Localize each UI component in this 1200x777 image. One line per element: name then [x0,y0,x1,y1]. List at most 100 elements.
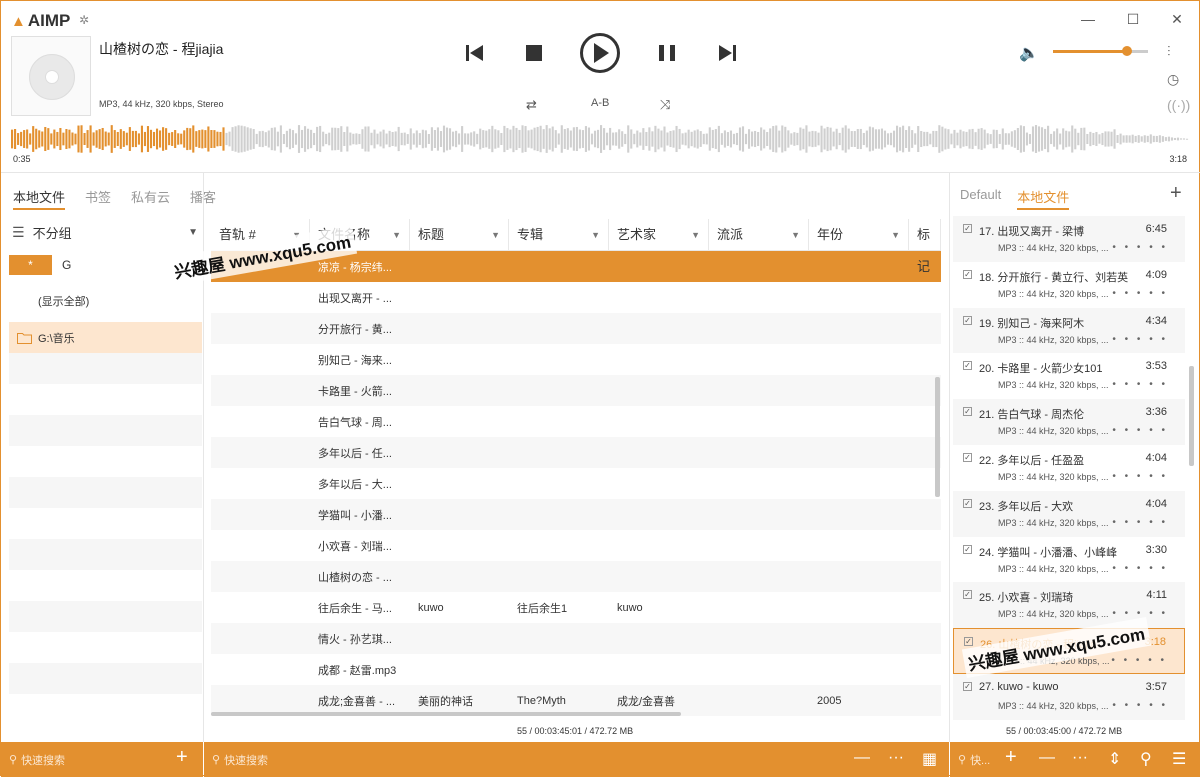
maximize-icon[interactable]: ☐ [1121,9,1145,29]
tab-local-playlist[interactable]: 本地文件 [1017,187,1070,210]
column-header[interactable]: 标记 [909,219,941,274]
playlist-item[interactable]: ✓ 20. 卡路里 - 火箭少女101 3:53 MP3 :: 44 kHz, 320… [953,353,1185,399]
close-icon[interactable]: ✕ [1165,9,1189,29]
column-header[interactable]: 年份 ▼ [809,219,909,250]
checkbox[interactable]: ✓ [963,315,972,325]
filter-icon[interactable]: ▼ [891,219,900,251]
pause-button[interactable] [651,37,683,69]
filter-icon[interactable]: ▼ [791,219,800,251]
table-row[interactable]: 学猫叫 - 小潘... [211,499,941,530]
horizontal-scrollbar[interactable] [211,712,681,716]
checkbox[interactable]: ✓ [963,544,972,554]
rating-dots[interactable]: • • • • • [1112,471,1168,482]
show-all-item[interactable]: (显示全部) [9,280,202,322]
playlist-item[interactable]: ✓ 19. 别知己 - 海来阿木 4:34 MP3 :: 44 kHz, 320 kb… [953,307,1185,354]
add-folder-icon[interactable]: + [176,746,188,769]
rating-dots[interactable]: • • • • • [1112,334,1168,345]
radio-broadcast-icon[interactable]: ((·)) [1167,97,1190,113]
minimize-icon[interactable]: — [1076,9,1100,29]
remove-icon[interactable]: — [854,749,870,767]
column-header[interactable]: 专辑 ▼ [509,219,609,250]
previous-button[interactable] [459,37,491,69]
shuffle-icon[interactable]: ⤨ [660,97,670,113]
playlist-item[interactable]: ✓ 25. 小欢喜 - 刘瑞琦 4:11 MP3 :: 44 kHz, 320 kbp… [953,582,1185,629]
search-box-right[interactable]: ⚲ 快... [950,752,990,768]
table-row[interactable]: 小欢喜 - 刘瑞... [211,530,941,561]
play-button[interactable] [580,33,620,73]
tab-podcasts[interactable]: 播客 [190,187,216,210]
rating-dots[interactable]: • • • • • [1112,425,1168,436]
add-playlist-button[interactable]: + [1170,182,1182,205]
checkbox[interactable]: ✓ [964,637,973,647]
playlist-item[interactable]: ✓ 24. 学猫叫 - 小潘潘、小峰峰 3:30 MP3 :: 44 kHz, 320… [953,537,1185,583]
table-row[interactable]: 多年以后 - 大... [211,468,941,499]
playlist-item[interactable]: ✓ 23. 多年以后 - 大欢 4:04 MP3 :: 44 kHz, 320 kbp… [953,490,1185,537]
menu-icon[interactable]: ☰ [1172,749,1186,769]
more-icon[interactable]: ··· [888,749,904,767]
waveform-seekbar[interactable] [11,125,1189,153]
rating-dots[interactable]: • • • • • [1112,242,1168,253]
rating-dots[interactable]: • • • • • [1112,563,1168,574]
table-row[interactable]: 多年以后 - 任... [211,437,941,468]
table-row[interactable]: 情火 - 孙艺琪... [211,623,941,654]
tab-default-playlist[interactable]: Default [960,187,1001,210]
checkbox[interactable]: ✓ [963,498,972,508]
checkbox[interactable]: ✓ [963,452,972,462]
more-icon[interactable]: ··· [1072,749,1088,767]
tab-bookmarks[interactable]: 书签 [85,187,111,210]
playlist-item[interactable]: ✓ 21. 告白气球 - 周杰伦 3:36 MP3 :: 44 kHz, 320 kb… [953,399,1185,445]
speaker-icon[interactable]: 🔈 [1019,43,1039,63]
table-row[interactable]: 山楂树の恋 - ... [211,561,941,592]
table-row[interactable]: 告白气球 - 周... [211,406,941,437]
clock-icon[interactable]: ◷ [1167,71,1179,88]
add-files-icon[interactable]: + [1005,746,1017,769]
filter-icon[interactable]: ▼ [591,219,600,251]
table-row[interactable]: 成都 - 赵雷.mp3 [211,654,941,685]
stop-button[interactable] [518,37,550,69]
playlist-scrollbar[interactable] [1189,366,1194,466]
playlist-item[interactable]: ✓ 18. 分开旅行 - 黄立行、刘若英 4:09 MP3 :: 44 kHz, 32… [953,262,1185,308]
rating-dots[interactable]: • • • • • [1112,288,1168,299]
playlist-item[interactable]: ✓ 22. 多年以后 - 任盈盈 4:04 MP3 :: 44 kHz, 320 kb… [953,445,1185,491]
settings-gear-icon[interactable]: ✲ [79,13,89,27]
grid-view-icon[interactable]: ▦ [922,749,937,769]
group-selector[interactable]: ☰ 不分组 ▼ [9,214,202,250]
checkbox[interactable]: ✓ [963,681,972,691]
volume-slider[interactable] [1053,46,1148,56]
rating-dots[interactable]: • • • • • [1111,655,1167,666]
table-row[interactable]: 卡路里 - 火箭... [211,375,941,406]
playlist-item[interactable]: ✓ 27. kuwo - kuwo 3:57 MP3 :: 44 kHz, 320 k… [953,673,1185,720]
filter-icon[interactable]: ▼ [392,219,401,251]
filter-icon[interactable]: ▼ [491,219,500,251]
folder-item-music[interactable]: G:\音乐 [9,322,202,353]
column-header[interactable]: 标题 ▼ [410,219,509,250]
remove-icon[interactable]: — [1039,749,1055,767]
equalizer-icon[interactable]: ⫶ [1167,43,1171,60]
filter-icon[interactable]: ▼ [691,219,700,251]
ab-repeat-button[interactable]: A-B [591,97,609,109]
next-button[interactable] [711,37,743,69]
vertical-scrollbar[interactable] [935,377,940,497]
checkbox[interactable]: ✓ [963,590,972,600]
checkbox[interactable]: ✓ [963,269,972,279]
column-header[interactable]: 流派 ▼ [709,219,809,250]
filter-all-button[interactable]: * [9,255,52,275]
tab-local-files[interactable]: 本地文件 [13,187,66,210]
sort-icon[interactable]: ⇕ [1108,749,1121,769]
search-box-middle[interactable]: ⚲ 快速搜索 [204,752,268,768]
playlist-item[interactable]: ✓ 17. 出现又离开 - 梁博 6:45 MP3 :: 44 kHz, 320 kb… [953,216,1185,262]
drive-filter[interactable]: G [62,258,71,272]
repeat-icon[interactable]: ⇄ [526,97,537,113]
column-header[interactable]: 艺术家 ▼ [609,219,709,250]
table-row[interactable]: 出现又离开 - ... [211,282,941,313]
rating-dots[interactable]: • • • • • [1112,517,1168,528]
search-box-left[interactable]: ⚲ 快速搜索 [1,752,65,768]
checkbox[interactable]: ✓ [963,407,972,417]
volume-knob[interactable] [1122,46,1133,56]
table-row[interactable]: 别知己 - 海来... [211,344,941,375]
table-row[interactable]: 往后余生 - 马... kuwo 往后余生1 kuwo [211,592,941,623]
table-row[interactable]: 分开旅行 - 黄... [211,313,941,344]
checkbox[interactable]: ✓ [963,361,972,371]
search-icon[interactable]: ⚲ [1140,749,1152,769]
rating-dots[interactable]: • • • • • [1112,379,1168,390]
